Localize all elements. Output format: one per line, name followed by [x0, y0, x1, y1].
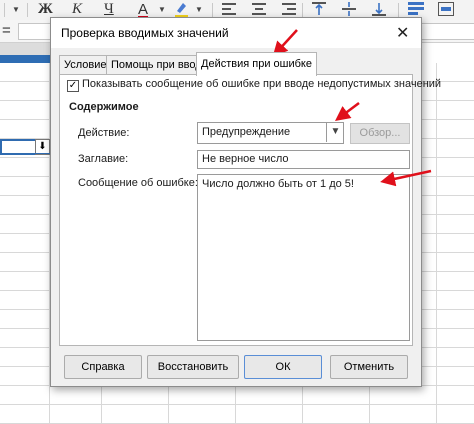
selected-column-header[interactable] — [0, 55, 50, 63]
align-right-icon[interactable] — [282, 3, 296, 18]
dialog-title: Проверка вводимых значений — [61, 26, 229, 40]
tab-error-alert[interactable]: Действия при ошибке — [196, 52, 317, 76]
underline-button[interactable]: Ч — [104, 1, 114, 18]
chevron-down-icon[interactable]: ▼ — [12, 5, 20, 14]
grid-column-line — [436, 63, 437, 424]
error-message-value: Число должно быть от 1 до 5! — [202, 178, 354, 190]
section-title: Содержимое — [69, 101, 139, 113]
selection-border — [0, 153, 50, 154]
align-center-icon[interactable] — [252, 3, 266, 18]
toolbar-separator — [4, 3, 5, 17]
chevron-down-icon[interactable]: ▼ — [158, 5, 166, 14]
message-label: Сообщение об ошибке: — [78, 177, 198, 189]
highlight-icon[interactable] — [173, 1, 189, 18]
tab-panel: ✓ Показывать сообщение об ошибке при вво… — [59, 74, 441, 346]
tab-criteria[interactable]: Условие — [59, 55, 112, 75]
ok-button[interactable]: ОК — [244, 355, 322, 379]
action-select[interactable]: Предупреждение ▼ — [197, 122, 344, 144]
action-select-value: Предупреждение — [202, 126, 291, 138]
bold-button[interactable]: Ж — [38, 1, 53, 18]
toolbar-separator — [302, 3, 303, 17]
action-label: Действие: — [78, 127, 130, 139]
toolbar-separator — [398, 3, 399, 17]
show-error-checkbox[interactable]: ✓ — [67, 80, 79, 92]
toolbar-separator — [212, 3, 213, 17]
chevron-down-icon[interactable]: ▼ — [326, 122, 344, 142]
validity-dialog: Проверка вводимых значений ✕ Условие Пом… — [50, 17, 441, 387]
reset-button[interactable]: Восстановить — [147, 355, 239, 379]
browse-button[interactable]: Обзор... — [350, 123, 410, 144]
cancel-button[interactable]: Отменить — [330, 355, 408, 379]
help-button[interactable]: Справка — [64, 355, 142, 379]
dialog-titlebar[interactable]: Проверка вводимых значений ✕ — [51, 18, 421, 48]
align-left-icon[interactable] — [222, 3, 236, 18]
formula-equals-icon[interactable]: = — [2, 22, 11, 39]
show-error-label[interactable]: Показывать сообщение об ошибке при вводе… — [82, 78, 441, 90]
title-input[interactable]: Не верное число — [197, 150, 410, 169]
italic-button[interactable]: К — [72, 1, 82, 18]
title-input-value: Не верное число — [202, 153, 289, 165]
font-color-button[interactable]: A — [138, 1, 148, 18]
toolbar-separator — [27, 3, 28, 17]
close-icon[interactable]: ✕ — [396, 23, 409, 43]
error-message-textarea[interactable]: Число должно быть от 1 до 5! — [197, 174, 410, 341]
chevron-down-icon[interactable]: ▼ — [195, 5, 203, 14]
merge-cells-icon[interactable] — [438, 2, 454, 19]
title-label: Заглавие: — [78, 153, 129, 165]
